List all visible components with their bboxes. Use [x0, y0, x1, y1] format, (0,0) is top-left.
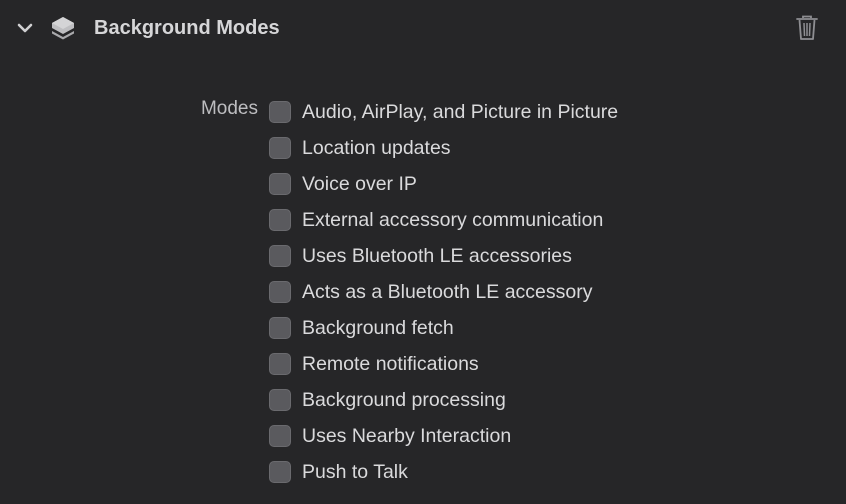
mode-option[interactable]: Voice over IP	[269, 166, 618, 202]
mode-label: Push to Talk	[302, 461, 408, 483]
mode-label: Acts as a Bluetooth LE accessory	[302, 281, 593, 303]
mode-option[interactable]: Background processing	[269, 382, 618, 418]
mode-option[interactable]: Audio, AirPlay, and Picture in Picture	[269, 94, 618, 130]
mode-option[interactable]: Uses Nearby Interaction	[269, 418, 618, 454]
mode-option[interactable]: Remote notifications	[269, 346, 618, 382]
mode-option[interactable]: External accessory communication	[269, 202, 618, 238]
mode-option[interactable]: Push to Talk	[269, 454, 618, 490]
mode-checkbox[interactable]	[269, 461, 291, 483]
mode-checkbox[interactable]	[269, 389, 291, 411]
mode-checkbox[interactable]	[269, 137, 291, 159]
mode-label: Uses Bluetooth LE accessories	[302, 245, 572, 267]
modes-label: Modes	[200, 98, 258, 119]
mode-label: Location updates	[302, 137, 451, 159]
mode-label: Remote notifications	[302, 353, 479, 375]
trash-icon[interactable]	[794, 14, 820, 42]
mode-label: External accessory communication	[302, 209, 604, 231]
mode-checkbox[interactable]	[269, 101, 291, 123]
mode-checkbox[interactable]	[269, 209, 291, 231]
mode-label: Uses Nearby Interaction	[302, 425, 512, 447]
mode-label: Background fetch	[302, 317, 454, 339]
mode-checkbox[interactable]	[269, 245, 291, 267]
mode-label: Voice over IP	[302, 173, 417, 195]
mode-checkbox[interactable]	[269, 353, 291, 375]
mode-option[interactable]: Acts as a Bluetooth LE accessory	[269, 274, 618, 310]
mode-label: Background processing	[302, 389, 506, 411]
section-header: Background Modes	[0, 0, 846, 56]
mode-checkbox[interactable]	[269, 425, 291, 447]
mode-checkbox[interactable]	[269, 281, 291, 303]
section-title: Background Modes	[94, 17, 280, 39]
background-modes-panel: Background Modes Modes Audio, AirPlay, a…	[0, 0, 846, 504]
mode-option[interactable]: Background fetch	[269, 310, 618, 346]
mode-label: Audio, AirPlay, and Picture in Picture	[302, 101, 619, 123]
mode-option[interactable]: Uses Bluetooth LE accessories	[269, 238, 618, 274]
mode-checkbox[interactable]	[269, 317, 291, 339]
mode-option[interactable]: Location updates	[269, 130, 618, 166]
modes-checkbox-list: Audio, AirPlay, and Picture in Picture Lo…	[269, 94, 618, 490]
background-modes-stack-icon	[52, 17, 74, 40]
chevron-down-icon[interactable]	[14, 17, 36, 39]
mode-checkbox[interactable]	[269, 173, 291, 195]
